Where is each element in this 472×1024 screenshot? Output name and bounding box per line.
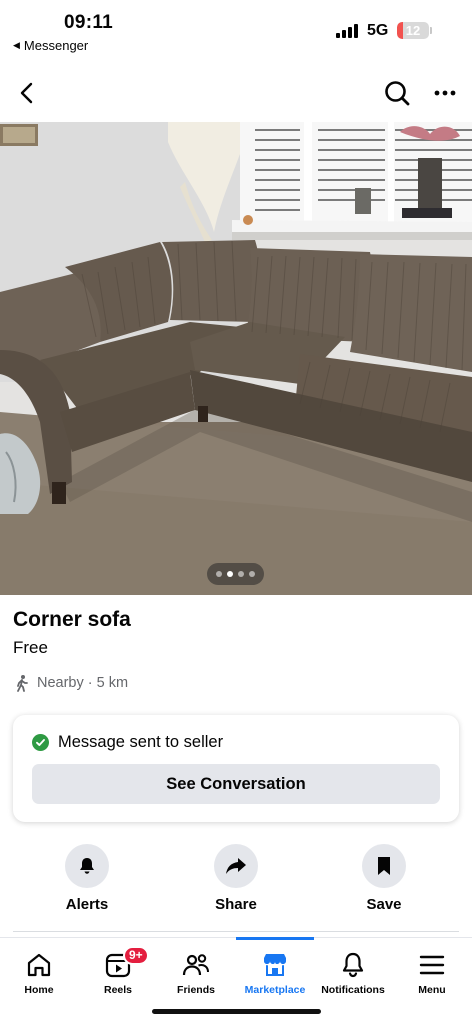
chevron-left-icon[interactable] [12,78,42,108]
location-text: Nearby · 5 km [37,675,129,691]
status-bar: 09:11 ◀ Messenger 5G 12 [0,0,472,60]
share-button[interactable]: Share [196,844,276,913]
tab-reels-label: Reels [103,984,133,996]
listing-price: Free [13,638,48,657]
check-circle-icon [32,734,49,751]
top-navigation [0,70,472,116]
home-indicator[interactable] [152,1009,321,1014]
tab-home[interactable]: Home [0,938,78,1000]
listing-title: Corner sofa [13,608,131,631]
back-app-label: Messenger [23,38,89,53]
marketplace-icon [264,954,286,976]
share-label: Share [215,896,257,913]
battery-icon: 12 [397,22,429,39]
battery-level: 12 [405,23,421,38]
pager-dot [227,571,233,577]
pager-dot [249,571,255,577]
tab-friends-label: Friends [177,984,215,996]
home-icon [27,953,51,977]
bell-icon [342,952,364,978]
message-sent-card: Message sent to seller See Conversation [13,715,459,822]
network-type: 5G [367,22,389,39]
listing-location: Nearby · 5 km [13,674,128,692]
tab-marketplace-label: Marketplace [244,984,306,996]
alerts-label: Alerts [65,896,109,913]
tab-notifications[interactable]: Notifications [314,938,392,1000]
search-icon[interactable] [382,78,412,108]
bell-icon [65,844,109,888]
tab-menu[interactable]: Menu [393,938,471,1000]
see-conversation-button[interactable]: See Conversation [32,764,440,804]
share-arrow-icon [214,844,258,888]
alerts-button[interactable]: Alerts [47,844,127,913]
reels-badge: 9+ [123,946,149,965]
bookmark-icon [362,844,406,888]
save-button[interactable]: Save [344,844,424,913]
pager-dot [216,571,222,577]
listing-photo[interactable] [0,122,472,595]
divider [13,931,459,932]
active-tab-indicator [236,937,314,940]
tab-marketplace[interactable]: Marketplace [236,937,314,1000]
clock: 09:11 [64,12,114,33]
back-to-app-link[interactable]: ◀ Messenger [13,38,88,53]
message-status: Message sent to seller [32,733,223,752]
walking-person-icon [17,675,28,692]
battery-tip [430,27,432,34]
save-label: Save [366,896,402,913]
pager-dot [238,571,244,577]
tab-friends[interactable]: Friends [157,938,235,1000]
listing-actions: Alerts Share Save [0,844,472,916]
back-triangle-icon: ◀ [13,40,20,50]
friends-icon [182,954,209,976]
tab-menu-label: Menu [418,984,446,996]
more-horizontal-icon[interactable] [430,78,460,108]
signal-icon [336,24,358,38]
tab-reels[interactable]: 9+ Reels [79,938,157,1000]
photo-pager[interactable] [207,563,264,585]
tab-notifications-label: Notifications [321,984,385,996]
message-status-text: Message sent to seller [58,733,224,751]
tab-home-label: Home [24,984,54,996]
menu-icon [419,955,445,975]
